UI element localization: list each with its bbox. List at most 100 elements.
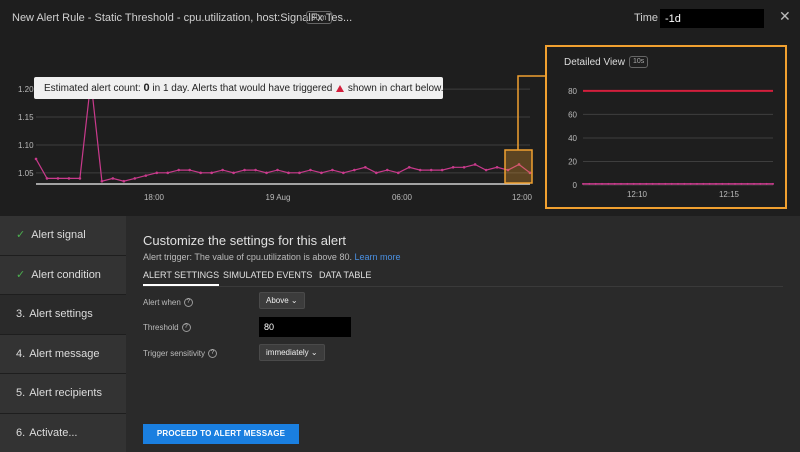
data-point [375,171,378,175]
data-point [56,177,60,180]
step-alert-recipients[interactable]: 5. Alert recipients [0,374,126,414]
data-point [664,182,667,185]
help-icon[interactable]: ? [181,323,191,333]
proceed-to-alert-message-button[interactable]: PROCEED TO ALERT MESSAGE [143,424,299,444]
tab-alert-settings[interactable]: ALERT SETTINGS [143,270,220,286]
data-point [276,168,279,172]
time-range-input[interactable] [660,9,764,28]
data-point [67,177,71,180]
zoom-selection [504,149,533,184]
data-point [696,182,698,185]
data-point [210,171,213,175]
help-icon[interactable]: ? [183,298,193,308]
trigger-sensitivity-value: immediately [266,348,309,357]
check-icon: ✓ [16,229,26,241]
data-point [265,171,268,175]
data-point [331,168,334,172]
trigger-sensitivity-select[interactable]: immediately ⌄ [259,344,325,361]
step-label: Alert recipients [29,387,102,399]
data-point [753,182,755,185]
alert-when-label: Alert when? [143,298,193,308]
x-tick-label: 12:10 [627,190,648,199]
data-point [429,168,433,172]
close-icon[interactable]: ✕ [779,9,791,23]
data-point [45,177,49,180]
y-tick-label: 60 [568,110,577,119]
tab-data-table[interactable]: DATA TABLE [319,270,371,286]
data-point [254,168,257,172]
modal-header: New Alert Rule - Static Threshold - cpu.… [0,0,800,36]
data-point [658,182,660,185]
data-point [632,182,635,185]
step-label: Alert signal [31,229,86,241]
data-point [772,182,774,185]
wizard-steps: ✓ Alert signal ✓ Alert condition 3. Alert set… [0,216,126,452]
threshold-label: Threshold? [143,323,191,333]
threshold-input[interactable]: 80 [259,317,351,337]
data-point [78,177,82,180]
alert-when-value: Above [266,296,289,305]
alert-settings-panel: Customize the settings for this alert Al… [126,216,800,452]
help-icon[interactable]: ? [207,349,217,359]
zoom-connector [517,75,545,150]
modal-title: New Alert Rule - Static Threshold - cpu.… [12,12,353,24]
data-point [451,165,455,169]
estimate-middle: in 1 day. Alerts that would have trigger… [152,83,333,94]
x-tick-label: 06:00 [392,193,413,202]
data-point [473,163,477,166]
step-label: Alert settings [29,308,93,320]
data-point [155,171,159,175]
estimate-suffix: shown in chart below. [347,83,444,94]
data-point [715,182,717,185]
y-tick-label: 20 [568,157,577,166]
step-alert-settings[interactable]: 3. Alert settings [0,295,126,335]
data-point [342,171,345,175]
step-activate[interactable]: 6. Activate... [0,413,126,452]
data-point [708,182,711,185]
learn-more-link[interactable]: Learn more [354,252,400,262]
alert-when-label-text: Alert when [143,298,181,307]
data-point [620,182,622,185]
data-point [721,182,724,185]
chevron-down-icon: ⌄ [310,348,318,357]
detailed-view-title: Detailed View [564,57,625,68]
data-point [677,182,679,185]
data-point [385,168,389,172]
data-point [232,171,235,175]
step-number: 4. [16,347,26,360]
step-number: 3. [16,308,26,320]
resolution-tag: 30m [306,11,332,24]
data-point [740,182,743,185]
detailed-view-resolution-tag: 10s [629,56,649,68]
data-point [34,157,38,161]
alert-triangle-icon [336,85,345,92]
data-point [702,182,705,185]
tab-simulated-events[interactable]: SIMULATED EVENTS [223,270,312,286]
data-point [746,182,749,185]
data-point [396,171,400,175]
data-point [601,182,603,185]
tab-divider [143,286,783,287]
data-point [122,179,126,183]
step-alert-signal[interactable]: ✓ Alert signal [0,216,126,256]
data-point [407,165,411,169]
y-tick-label: 40 [568,134,577,143]
step-alert-condition[interactable]: ✓ Alert condition [0,255,126,295]
data-point [484,168,488,172]
y-tick-label: 0 [573,181,578,190]
data-point [287,171,290,175]
panel-title: Customize the settings for this alert [143,233,347,248]
data-point [440,168,444,172]
step-alert-message[interactable]: 4. Alert message [0,334,126,374]
data-point [364,165,367,169]
x-tick-label: 18:00 [144,193,165,202]
time-label: Time [634,12,659,24]
data-point [243,168,246,172]
alert-when-select[interactable]: Above ⌄ [259,292,305,309]
data-point [462,165,466,169]
data-point [626,182,629,185]
main-chart: 1.20 1.15 1.10 1.05 18:00 19 Aug 06:00 12:00 [18,75,545,202]
data-point [727,182,730,185]
x-tick-label: 19 Aug [266,193,291,202]
data-point [353,168,356,172]
